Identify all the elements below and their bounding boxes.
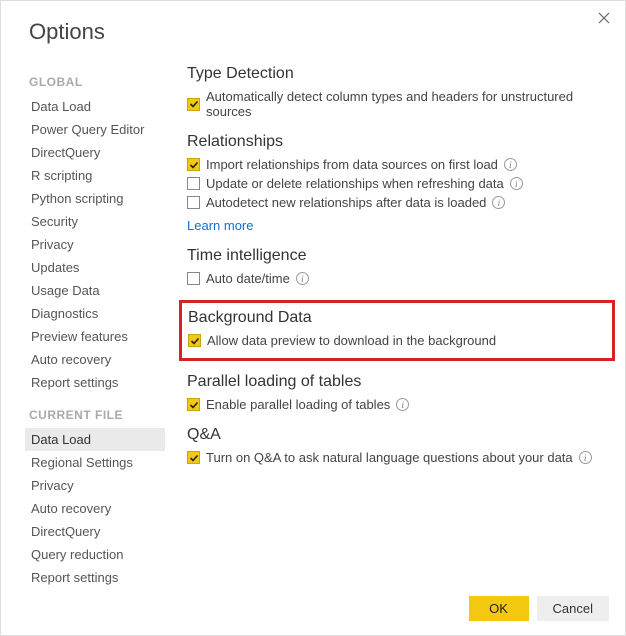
option-label: Enable parallel loading of tables: [206, 397, 390, 412]
sidebar-item[interactable]: Data Load: [25, 95, 165, 118]
sidebar-item[interactable]: Data Load: [25, 428, 165, 451]
sidebar-item[interactable]: Query reduction: [25, 543, 165, 566]
sidebar-global-list: Data LoadPower Query EditorDirectQueryR …: [25, 95, 165, 394]
option-label: Update or delete relationships when refr…: [206, 176, 504, 191]
section-type-detection: Type Detection Automatically detect colu…: [187, 65, 609, 119]
option-import-relationships[interactable]: Import relationships from data sources o…: [187, 157, 609, 172]
checkbox-icon: [187, 177, 200, 190]
section-title: Q&A: [187, 426, 609, 444]
sidebar-item[interactable]: DirectQuery: [25, 520, 165, 543]
section-title: Background Data: [188, 309, 604, 327]
learn-more-link[interactable]: Learn more: [187, 218, 253, 233]
sidebar: GLOBAL Data LoadPower Query EditorDirect…: [25, 65, 165, 603]
sidebar-item[interactable]: Python scripting: [25, 187, 165, 210]
info-icon[interactable]: i: [510, 177, 523, 190]
section-title: Relationships: [187, 133, 609, 151]
sidebar-item[interactable]: Usage Data: [25, 279, 165, 302]
option-auto-detect-types[interactable]: Automatically detect column types and he…: [187, 89, 609, 119]
sidebar-item[interactable]: Auto recovery: [25, 348, 165, 371]
option-label: Auto date/time: [206, 271, 290, 286]
option-autodetect-relationships[interactable]: Autodetect new relationships after data …: [187, 195, 609, 210]
option-label: Automatically detect column types and he…: [206, 89, 609, 119]
option-update-relationships[interactable]: Update or delete relationships when refr…: [187, 176, 609, 191]
sidebar-item[interactable]: Privacy: [25, 474, 165, 497]
option-background-preview[interactable]: Allow data preview to download in the ba…: [188, 333, 604, 348]
option-label: Autodetect new relationships after data …: [206, 195, 486, 210]
option-qa[interactable]: Turn on Q&A to ask natural language ques…: [187, 450, 609, 465]
sidebar-item[interactable]: Power Query Editor: [25, 118, 165, 141]
sidebar-item[interactable]: Report settings: [25, 371, 165, 394]
option-parallel-loading[interactable]: Enable parallel loading of tables i: [187, 397, 609, 412]
main-panel: Type Detection Automatically detect colu…: [165, 65, 609, 603]
checkbox-icon: [187, 451, 200, 464]
section-qa: Q&A Turn on Q&A to ask natural language …: [187, 426, 609, 465]
cancel-button[interactable]: Cancel: [537, 596, 609, 621]
section-relationships: Relationships Import relationships from …: [187, 133, 609, 233]
section-parallel-loading: Parallel loading of tables Enable parall…: [187, 373, 609, 412]
option-label: Allow data preview to download in the ba…: [207, 333, 496, 348]
highlight-background-data: Background Data Allow data preview to do…: [179, 300, 615, 361]
sidebar-item[interactable]: Privacy: [25, 233, 165, 256]
info-icon[interactable]: i: [492, 196, 505, 209]
close-icon: [598, 12, 610, 24]
sidebar-header-global: GLOBAL: [25, 75, 165, 89]
section-title: Type Detection: [187, 65, 609, 83]
info-icon[interactable]: i: [579, 451, 592, 464]
checkbox-icon: [187, 272, 200, 285]
dialog-footer: OK Cancel: [469, 596, 609, 621]
dialog-title: Options: [1, 1, 625, 45]
sidebar-item[interactable]: Auto recovery: [25, 497, 165, 520]
ok-button[interactable]: OK: [469, 596, 529, 621]
info-icon[interactable]: i: [396, 398, 409, 411]
checkbox-icon: [187, 98, 200, 111]
sidebar-item[interactable]: Report settings: [25, 566, 165, 589]
checkbox-icon: [188, 334, 201, 347]
sidebar-item[interactable]: DirectQuery: [25, 141, 165, 164]
section-time-intelligence: Time intelligence Auto date/time i: [187, 247, 609, 286]
sidebar-item[interactable]: Security: [25, 210, 165, 233]
sidebar-item[interactable]: Diagnostics: [25, 302, 165, 325]
option-label: Import relationships from data sources o…: [206, 157, 498, 172]
sidebar-item[interactable]: Updates: [25, 256, 165, 279]
section-title: Parallel loading of tables: [187, 373, 609, 391]
sidebar-header-current: CURRENT FILE: [25, 408, 165, 422]
sidebar-current-list: Data LoadRegional SettingsPrivacyAuto re…: [25, 428, 165, 589]
checkbox-icon: [187, 398, 200, 411]
checkbox-icon: [187, 158, 200, 171]
sidebar-item[interactable]: Regional Settings: [25, 451, 165, 474]
sidebar-item[interactable]: R scripting: [25, 164, 165, 187]
info-icon[interactable]: i: [504, 158, 517, 171]
close-button[interactable]: [595, 9, 613, 27]
checkbox-icon: [187, 196, 200, 209]
sidebar-item[interactable]: Preview features: [25, 325, 165, 348]
section-title: Time intelligence: [187, 247, 609, 265]
option-label: Turn on Q&A to ask natural language ques…: [206, 450, 573, 465]
info-icon[interactable]: i: [296, 272, 309, 285]
option-auto-date-time[interactable]: Auto date/time i: [187, 271, 609, 286]
